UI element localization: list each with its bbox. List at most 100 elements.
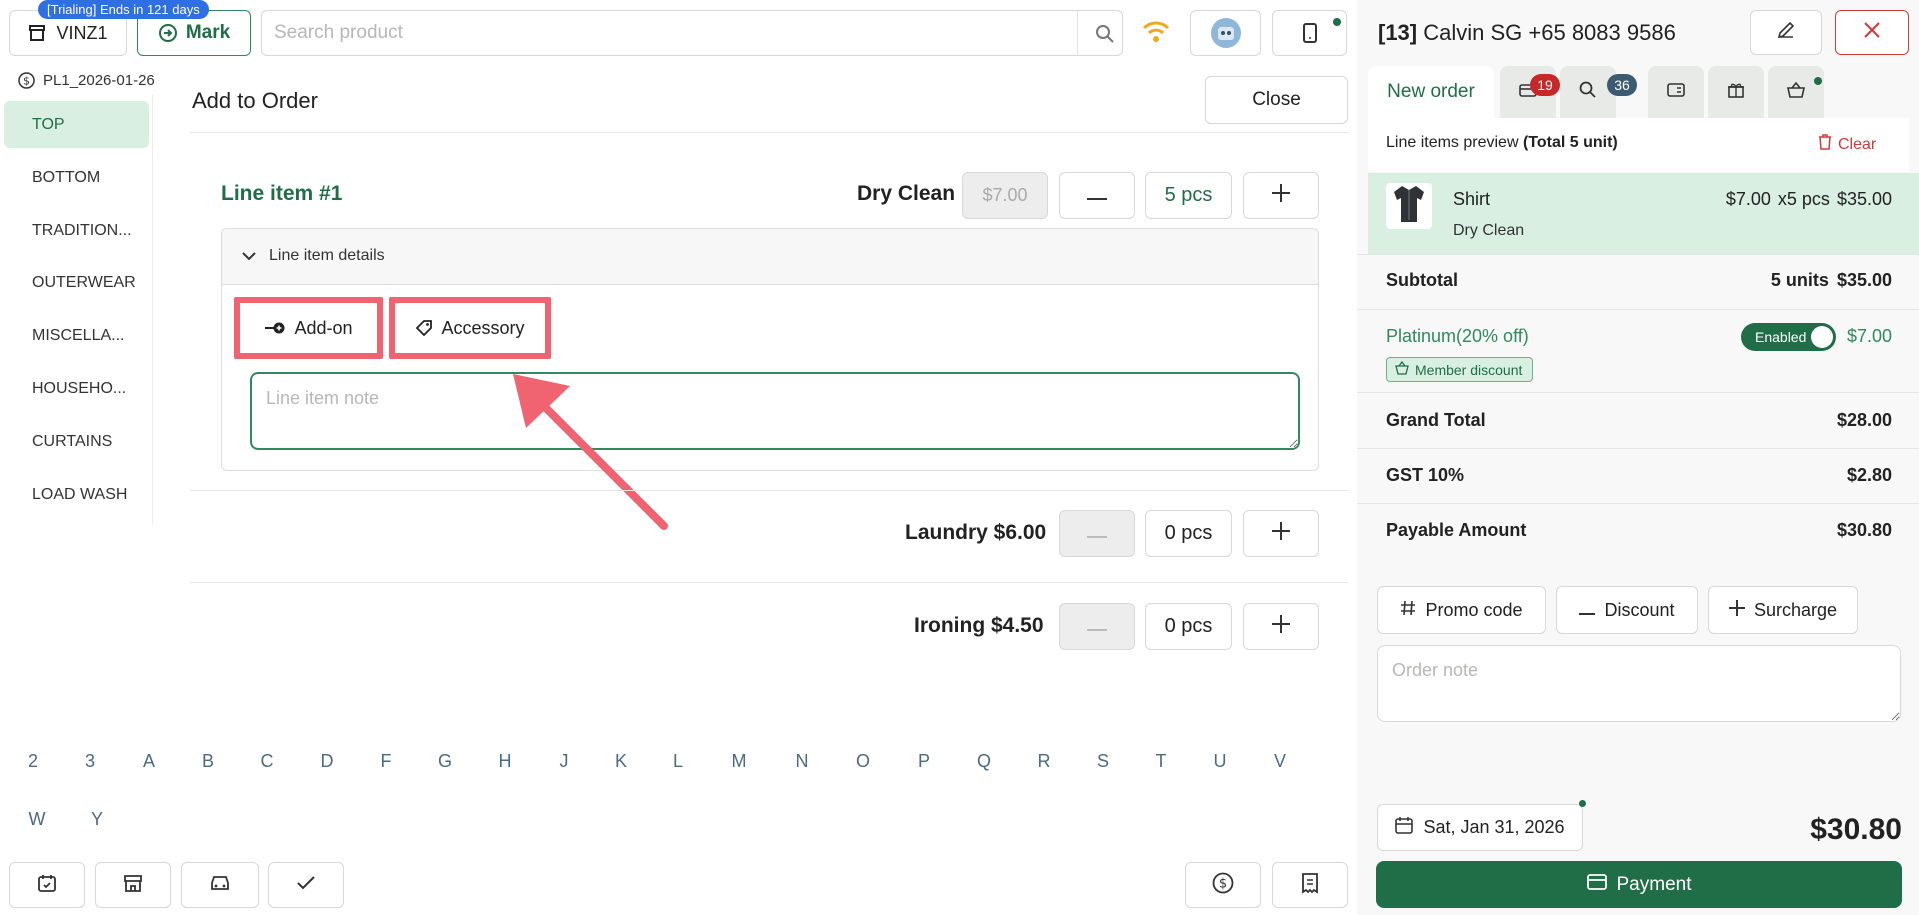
avatar-button[interactable] <box>1190 10 1261 56</box>
ironing-qty[interactable]: 0 pcs <box>1145 603 1232 650</box>
dry-clean-increment-button[interactable] <box>1243 172 1319 219</box>
customer-name: Calvin SG +65 8083 9586 <box>1423 20 1676 45</box>
edit-customer-button[interactable] <box>1750 10 1822 55</box>
dry-clean-qty[interactable]: 5 pcs <box>1145 172 1232 219</box>
alpha-filter-y[interactable]: Y <box>82 809 112 830</box>
preview-label: Line items preview <box>1386 134 1519 151</box>
alpha-filter-n[interactable]: N <box>787 751 817 772</box>
search-divider <box>1077 11 1078 55</box>
alpha-filter-f[interactable]: F <box>371 751 401 772</box>
tab-membership[interactable] <box>1768 66 1824 118</box>
confirm-button[interactable] <box>268 862 344 908</box>
tab-gift[interactable] <box>1708 66 1764 118</box>
calendar-icon <box>1395 816 1414 839</box>
store-pickup-button[interactable] <box>95 862 171 908</box>
alpha-filter-l[interactable]: L <box>663 751 693 772</box>
alpha-filter-o[interactable]: O <box>848 751 878 772</box>
annotation-arrow <box>513 374 668 530</box>
discount-toggle-label: Enabled <box>1755 329 1807 345</box>
promo-code-button[interactable]: Promo code <box>1377 586 1546 634</box>
close-icon <box>1864 22 1880 43</box>
remove-customer-button[interactable] <box>1835 10 1909 55</box>
category-outerwear[interactable]: OUTERWEAR <box>4 259 149 306</box>
plus-icon <box>1272 183 1290 208</box>
delivery-button[interactable] <box>181 862 259 908</box>
discount-button-label: Discount <box>1604 599 1675 620</box>
line-item-details-header[interactable]: Line item details <box>222 229 1318 285</box>
plus-icon <box>1272 614 1290 639</box>
wifi-icon <box>1141 19 1171 45</box>
order-note-input[interactable] <box>1377 645 1901 722</box>
category-household[interactable]: HOUSEHO... <box>4 365 149 412</box>
alpha-filter-s[interactable]: S <box>1088 751 1118 772</box>
laundry-increment-button[interactable] <box>1243 510 1319 557</box>
receipt-button[interactable] <box>1272 862 1348 908</box>
alpha-filter-d[interactable]: D <box>312 751 342 772</box>
ironing-increment-button[interactable] <box>1243 603 1319 650</box>
payment-button[interactable]: Payment <box>1376 861 1902 908</box>
tab-contact-card[interactable] <box>1648 66 1704 118</box>
addon-button[interactable]: Add-on <box>246 309 371 347</box>
close-button[interactable]: Close <box>1205 76 1348 124</box>
alpha-filter-k[interactable]: K <box>606 751 636 772</box>
category-curtains[interactable]: CURTAINS <box>4 418 149 465</box>
ironing-decrement-button[interactable] <box>1059 603 1135 650</box>
subtotal-value: $35.00 <box>1836 270 1892 290</box>
preview-item-name: Shirt <box>1453 189 1491 209</box>
alpha-filter-v[interactable]: V <box>1265 751 1295 772</box>
tag-icon <box>415 319 433 337</box>
alpha-filter-g[interactable]: G <box>430 751 460 772</box>
alpha-filter-2[interactable]: 2 <box>18 751 48 772</box>
discount-button[interactable]: Discount <box>1556 586 1698 634</box>
tab-new-order[interactable]: New order <box>1368 66 1494 118</box>
date-indicator-dot <box>1579 800 1586 807</box>
platinum-discount-label: Platinum(20% off) <box>1386 326 1529 346</box>
category-bottom[interactable]: BOTTOM <box>4 154 149 201</box>
search-icon <box>1579 81 1597 104</box>
alpha-filter-h[interactable]: H <box>490 751 520 772</box>
cash-button[interactable]: $ <box>1185 862 1261 908</box>
category-top[interactable]: TOP <box>4 101 149 148</box>
alpha-filter-m[interactable]: M <box>724 751 754 772</box>
alpha-filter-a[interactable]: A <box>134 751 164 772</box>
accessory-button[interactable]: Accessory <box>401 309 539 347</box>
sidebar-divider <box>152 95 153 525</box>
online-dot <box>1333 18 1341 26</box>
schedule-button[interactable] <box>9 862 85 908</box>
clear-button[interactable]: Clear <box>1818 134 1876 155</box>
alpha-filter-t[interactable]: T <box>1146 751 1176 772</box>
alpha-filter-q[interactable]: Q <box>969 751 999 772</box>
accessory-label: Accessory <box>441 317 525 338</box>
surcharge-button[interactable]: Surcharge <box>1708 586 1858 634</box>
discount-toggle[interactable]: Enabled <box>1741 323 1836 351</box>
discount-value: $7.00 <box>1846 326 1892 346</box>
laundry-decrement-button[interactable] <box>1059 510 1135 557</box>
due-date-button[interactable]: Sat, Jan 31, 2026 <box>1377 804 1583 851</box>
addon-label: Add-on <box>294 317 353 338</box>
price-list-label: PL1_2026-01-26 <box>43 72 155 89</box>
alpha-filter-c[interactable]: C <box>252 751 282 772</box>
store-icon <box>28 24 46 42</box>
alpha-filter-w[interactable]: W <box>22 809 52 830</box>
category-traditional[interactable]: TRADITION... <box>4 207 149 254</box>
alpha-filter-3[interactable]: 3 <box>75 751 105 772</box>
search-input[interactable] <box>274 11 1074 55</box>
line-item-note-input[interactable] <box>250 372 1300 450</box>
category-miscellaneous[interactable]: MISCELLA... <box>4 312 149 359</box>
dollar-icon: $ <box>1212 872 1234 899</box>
preview-item-row[interactable] <box>1368 173 1919 254</box>
alpha-filter-j[interactable]: J <box>549 751 579 772</box>
tablet-button[interactable] <box>1272 10 1347 56</box>
alpha-filter-p[interactable]: P <box>909 751 939 772</box>
category-load-wash[interactable]: LOAD WASH <box>4 471 149 518</box>
alpha-filter-r[interactable]: R <box>1029 751 1059 772</box>
tab-search[interactable] <box>1560 66 1616 118</box>
svg-text:$: $ <box>23 75 30 88</box>
laundry-qty[interactable]: 0 pcs <box>1145 510 1232 557</box>
trial-badge: [Trialing] Ends in 121 days <box>38 0 209 19</box>
receipt-icon <box>1301 872 1319 899</box>
dry-clean-decrement-button[interactable] <box>1059 172 1135 219</box>
alpha-filter-b[interactable]: B <box>193 751 223 772</box>
alpha-filter-u[interactable]: U <box>1205 751 1235 772</box>
search-icon[interactable] <box>1095 24 1115 44</box>
